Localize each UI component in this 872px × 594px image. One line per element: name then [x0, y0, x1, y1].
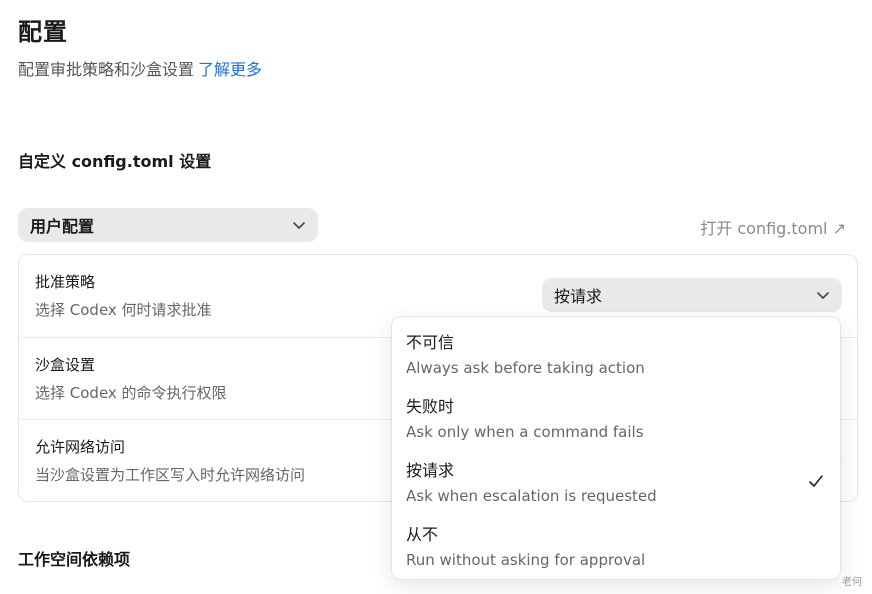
option-on-failure[interactable]: 失败时 Ask only when a command fails — [392, 381, 840, 445]
profile-select[interactable]: 用户配置 — [18, 208, 318, 242]
approval-dropdown-menu: 不可信 Always ask before taking action 失败时 … — [391, 316, 841, 580]
page-subtitle: 配置审批策略和沙盒设置 了解更多 — [18, 56, 262, 80]
option-label: 失败时 — [406, 397, 455, 416]
option-description: Run without asking for approval — [406, 551, 646, 569]
page-title: 配置 — [18, 18, 68, 46]
learn-more-link[interactable]: 了解更多 — [198, 60, 262, 79]
row-title: 沙盒设置 — [35, 356, 96, 374]
option-never[interactable]: 从不 Run without asking for approval — [392, 509, 840, 573]
custom-config-title: 自定义 config.toml 设置 — [18, 152, 212, 171]
open-config-link[interactable]: 打开 config.toml ↗ — [700, 215, 846, 239]
row-title: 允许网络访问 — [35, 438, 126, 456]
approval-policy-select[interactable]: 按请求 — [542, 278, 842, 312]
row-description: 选择 Codex 的命令执行权限 — [35, 384, 227, 402]
subtitle-text: 配置审批策略和沙盒设置 — [18, 60, 195, 79]
checkmark-icon — [809, 475, 823, 487]
chevron-down-icon — [817, 292, 829, 299]
option-label: 不可信 — [406, 333, 455, 352]
row-description: 选择 Codex 何时请求批准 — [35, 301, 212, 319]
option-label: 从不 — [406, 525, 439, 544]
approval-select-value: 按请求 — [554, 287, 603, 306]
option-description: Ask only when a command fails — [406, 423, 644, 441]
option-description: Ask when escalation is requested — [406, 487, 657, 505]
option-on-request[interactable]: 按请求 Ask when escalation is requested — [392, 445, 840, 509]
workspace-deps-title: 工作空间依赖项 — [18, 550, 131, 569]
profile-select-value: 用户配置 — [30, 217, 95, 236]
watermark: 老何 — [842, 577, 862, 588]
row-title: 批准策略 — [35, 273, 96, 291]
chevron-down-icon — [293, 222, 305, 229]
option-untrusted[interactable]: 不可信 Always ask before taking action — [392, 317, 840, 381]
option-description: Always ask before taking action — [406, 359, 645, 377]
row-description: 当沙盒设置为工作区写入时允许网络访问 — [35, 466, 306, 484]
option-label: 按请求 — [406, 461, 455, 480]
